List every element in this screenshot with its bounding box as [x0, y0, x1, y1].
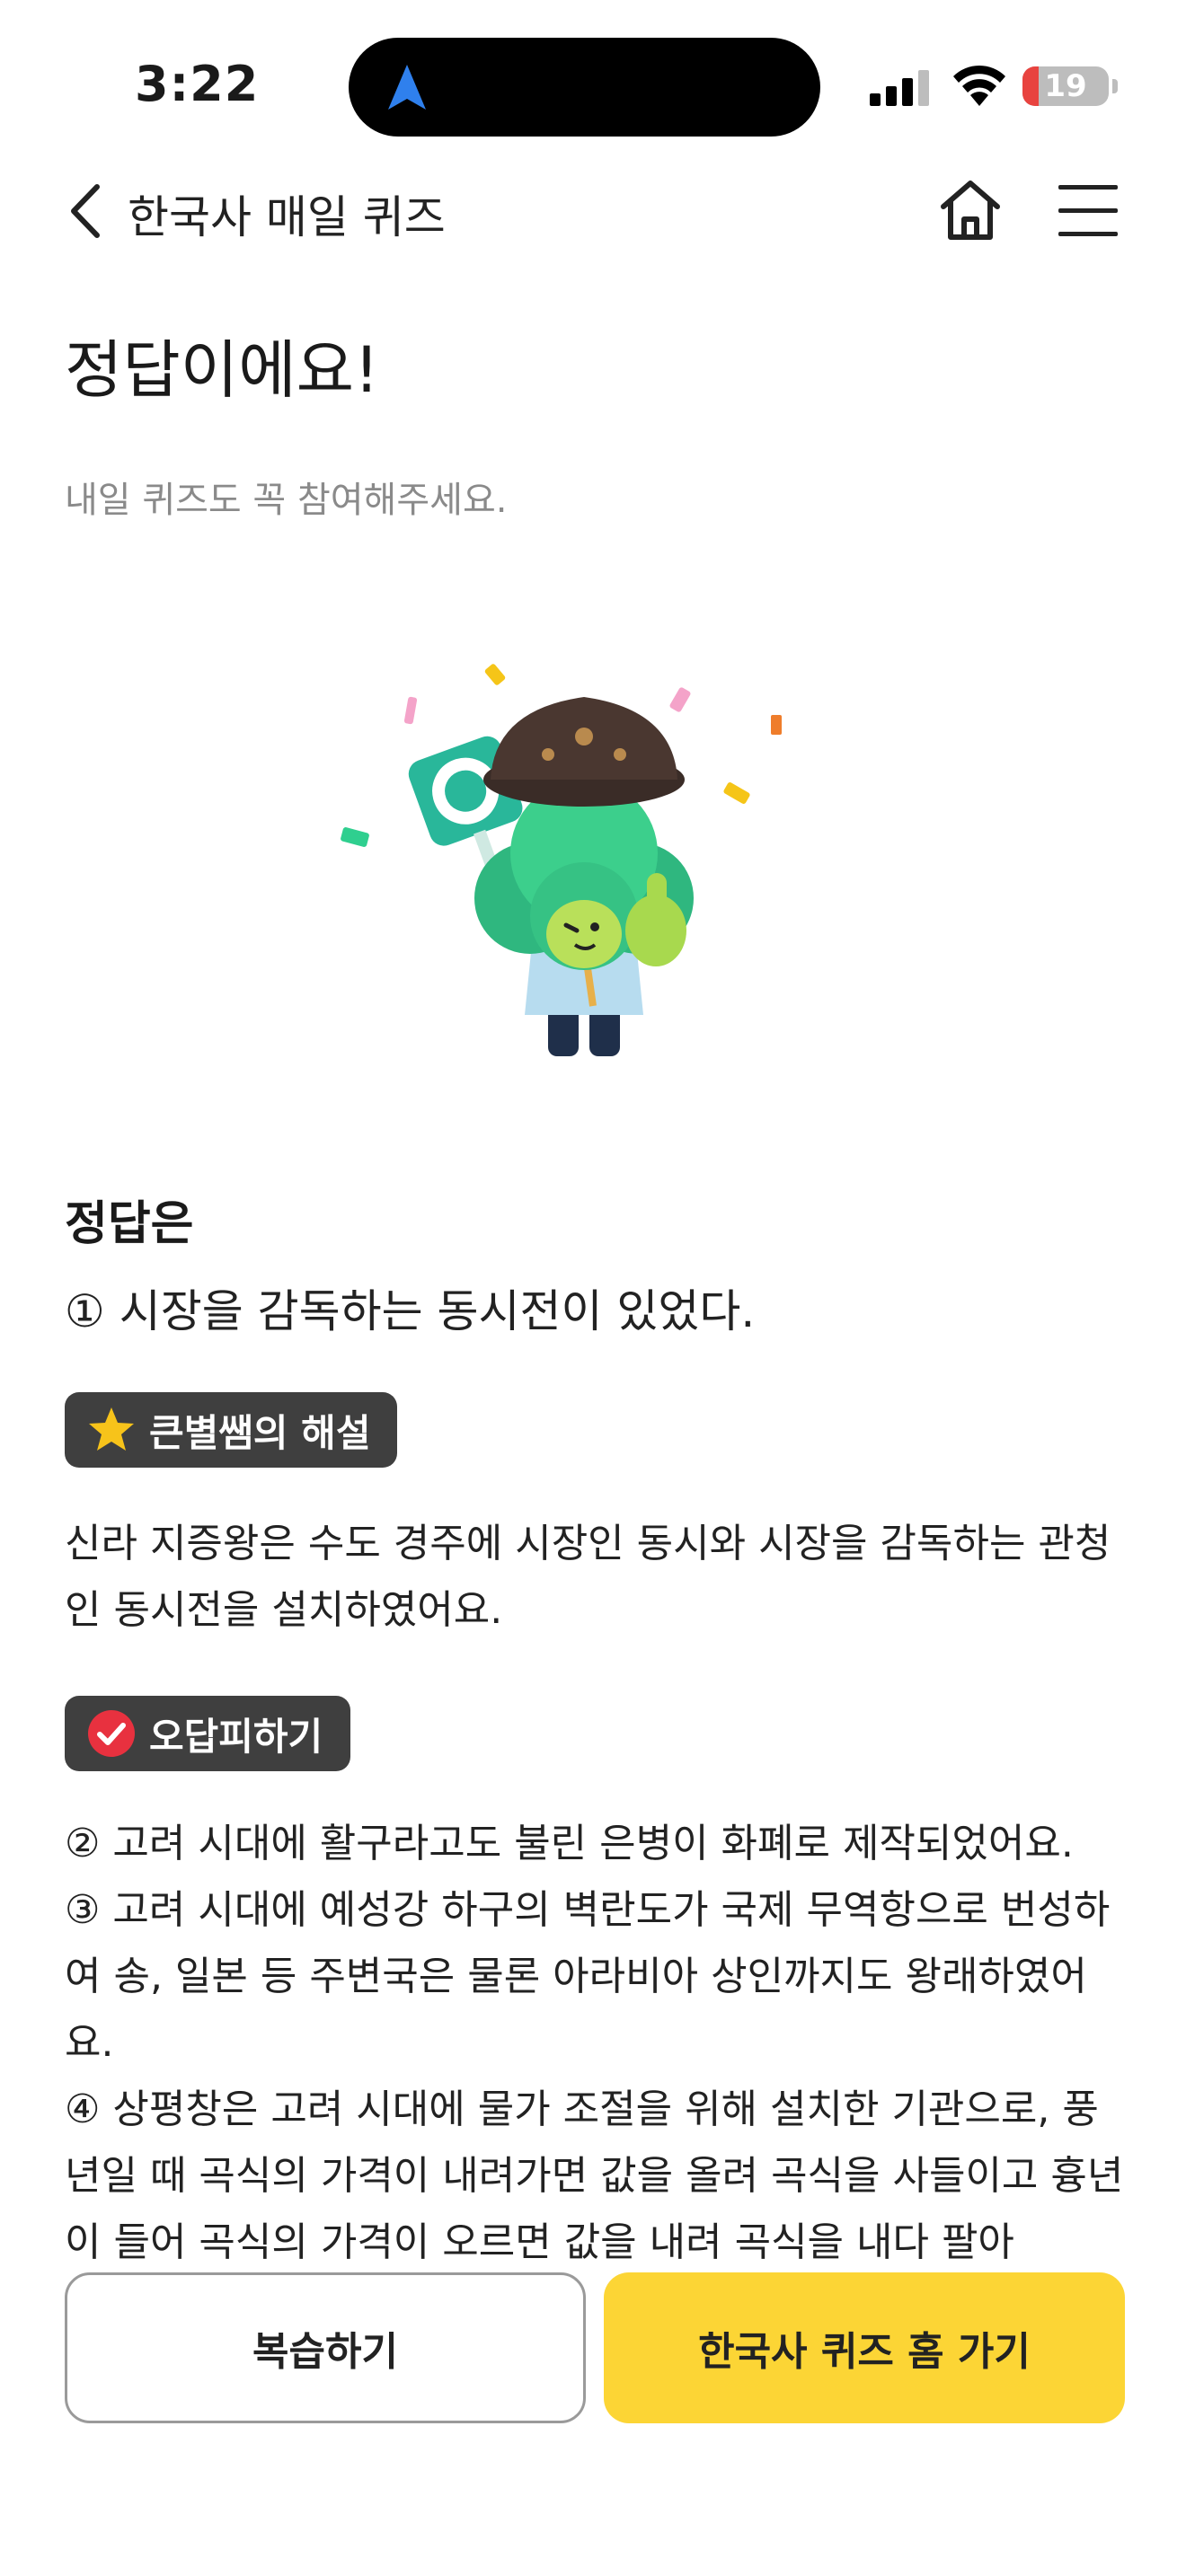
wrong-answers-list: ② 고려 시대에 활구라고도 불린 은병이 화폐로 제작되었어요. ③ 고려 시… [65, 1811, 1134, 2278]
status-time: 3:22 [135, 56, 260, 112]
battery-cap [1112, 79, 1118, 93]
wrong-answer-item: ② 고려 시대에 활구라고도 불린 은병이 화폐로 제작되었어요. [65, 1821, 1074, 1866]
wifi-icon [953, 65, 1005, 106]
location-arrow-icon [388, 65, 426, 110]
check-circle-icon [86, 1708, 137, 1759]
home-icon[interactable] [934, 174, 1006, 246]
review-button[interactable]: 복습하기 [65, 2272, 586, 2423]
celebration-character-illustration [341, 664, 782, 1056]
star-icon [86, 1405, 137, 1455]
explanation-text: 신라 지증왕은 수도 경주에 시장인 동시와 시장을 감독하는 관청인 동시전을… [65, 1521, 1111, 1633]
dynamic-island [349, 38, 820, 137]
wrong-answer-item: ③ 고려 시대에 예성강 하구의 벽란도가 국제 무역항으로 번성하여 송, 일… [65, 1887, 1111, 2066]
status-bar: 3:22 19 [0, 0, 1186, 153]
answer-label: 정답은 [65, 1197, 194, 1251]
quiz-home-button[interactable]: 한국사 퀴즈 홈 가기 [604, 2272, 1125, 2423]
hamburger-menu-icon[interactable] [1057, 181, 1120, 239]
wrong-answers-badge: 오답피하기 [65, 1696, 350, 1771]
battery-icon: 19 [1022, 66, 1109, 106]
result-subline: 내일 퀴즈도 꼭 참여해주세요. [65, 480, 508, 521]
result-headline: 정답이에요! [65, 333, 380, 407]
nav-bar: 한국사 매일 퀴즈 [0, 162, 1186, 260]
nav-title: 한국사 매일 퀴즈 [128, 191, 446, 243]
wrong-answers-badge-label: 오답피하기 [149, 1714, 323, 1759]
cellular-signal-icon [870, 70, 929, 106]
battery-level: 19 [1044, 68, 1087, 104]
explanation-badge: 큰별쌤의 해설 [65, 1392, 397, 1468]
wrong-answer-item: ④ 상평창은 고려 시대에 물가 조절을 위해 설치한 기관으로, 풍년일 때 … [65, 2086, 1124, 2265]
answer-text: ① 시장을 감독하는 동시전이 있었다. [65, 1285, 756, 1337]
back-chevron-icon[interactable] [61, 180, 115, 243]
explanation-badge-label: 큰별쌤의 해설 [149, 1410, 371, 1455]
